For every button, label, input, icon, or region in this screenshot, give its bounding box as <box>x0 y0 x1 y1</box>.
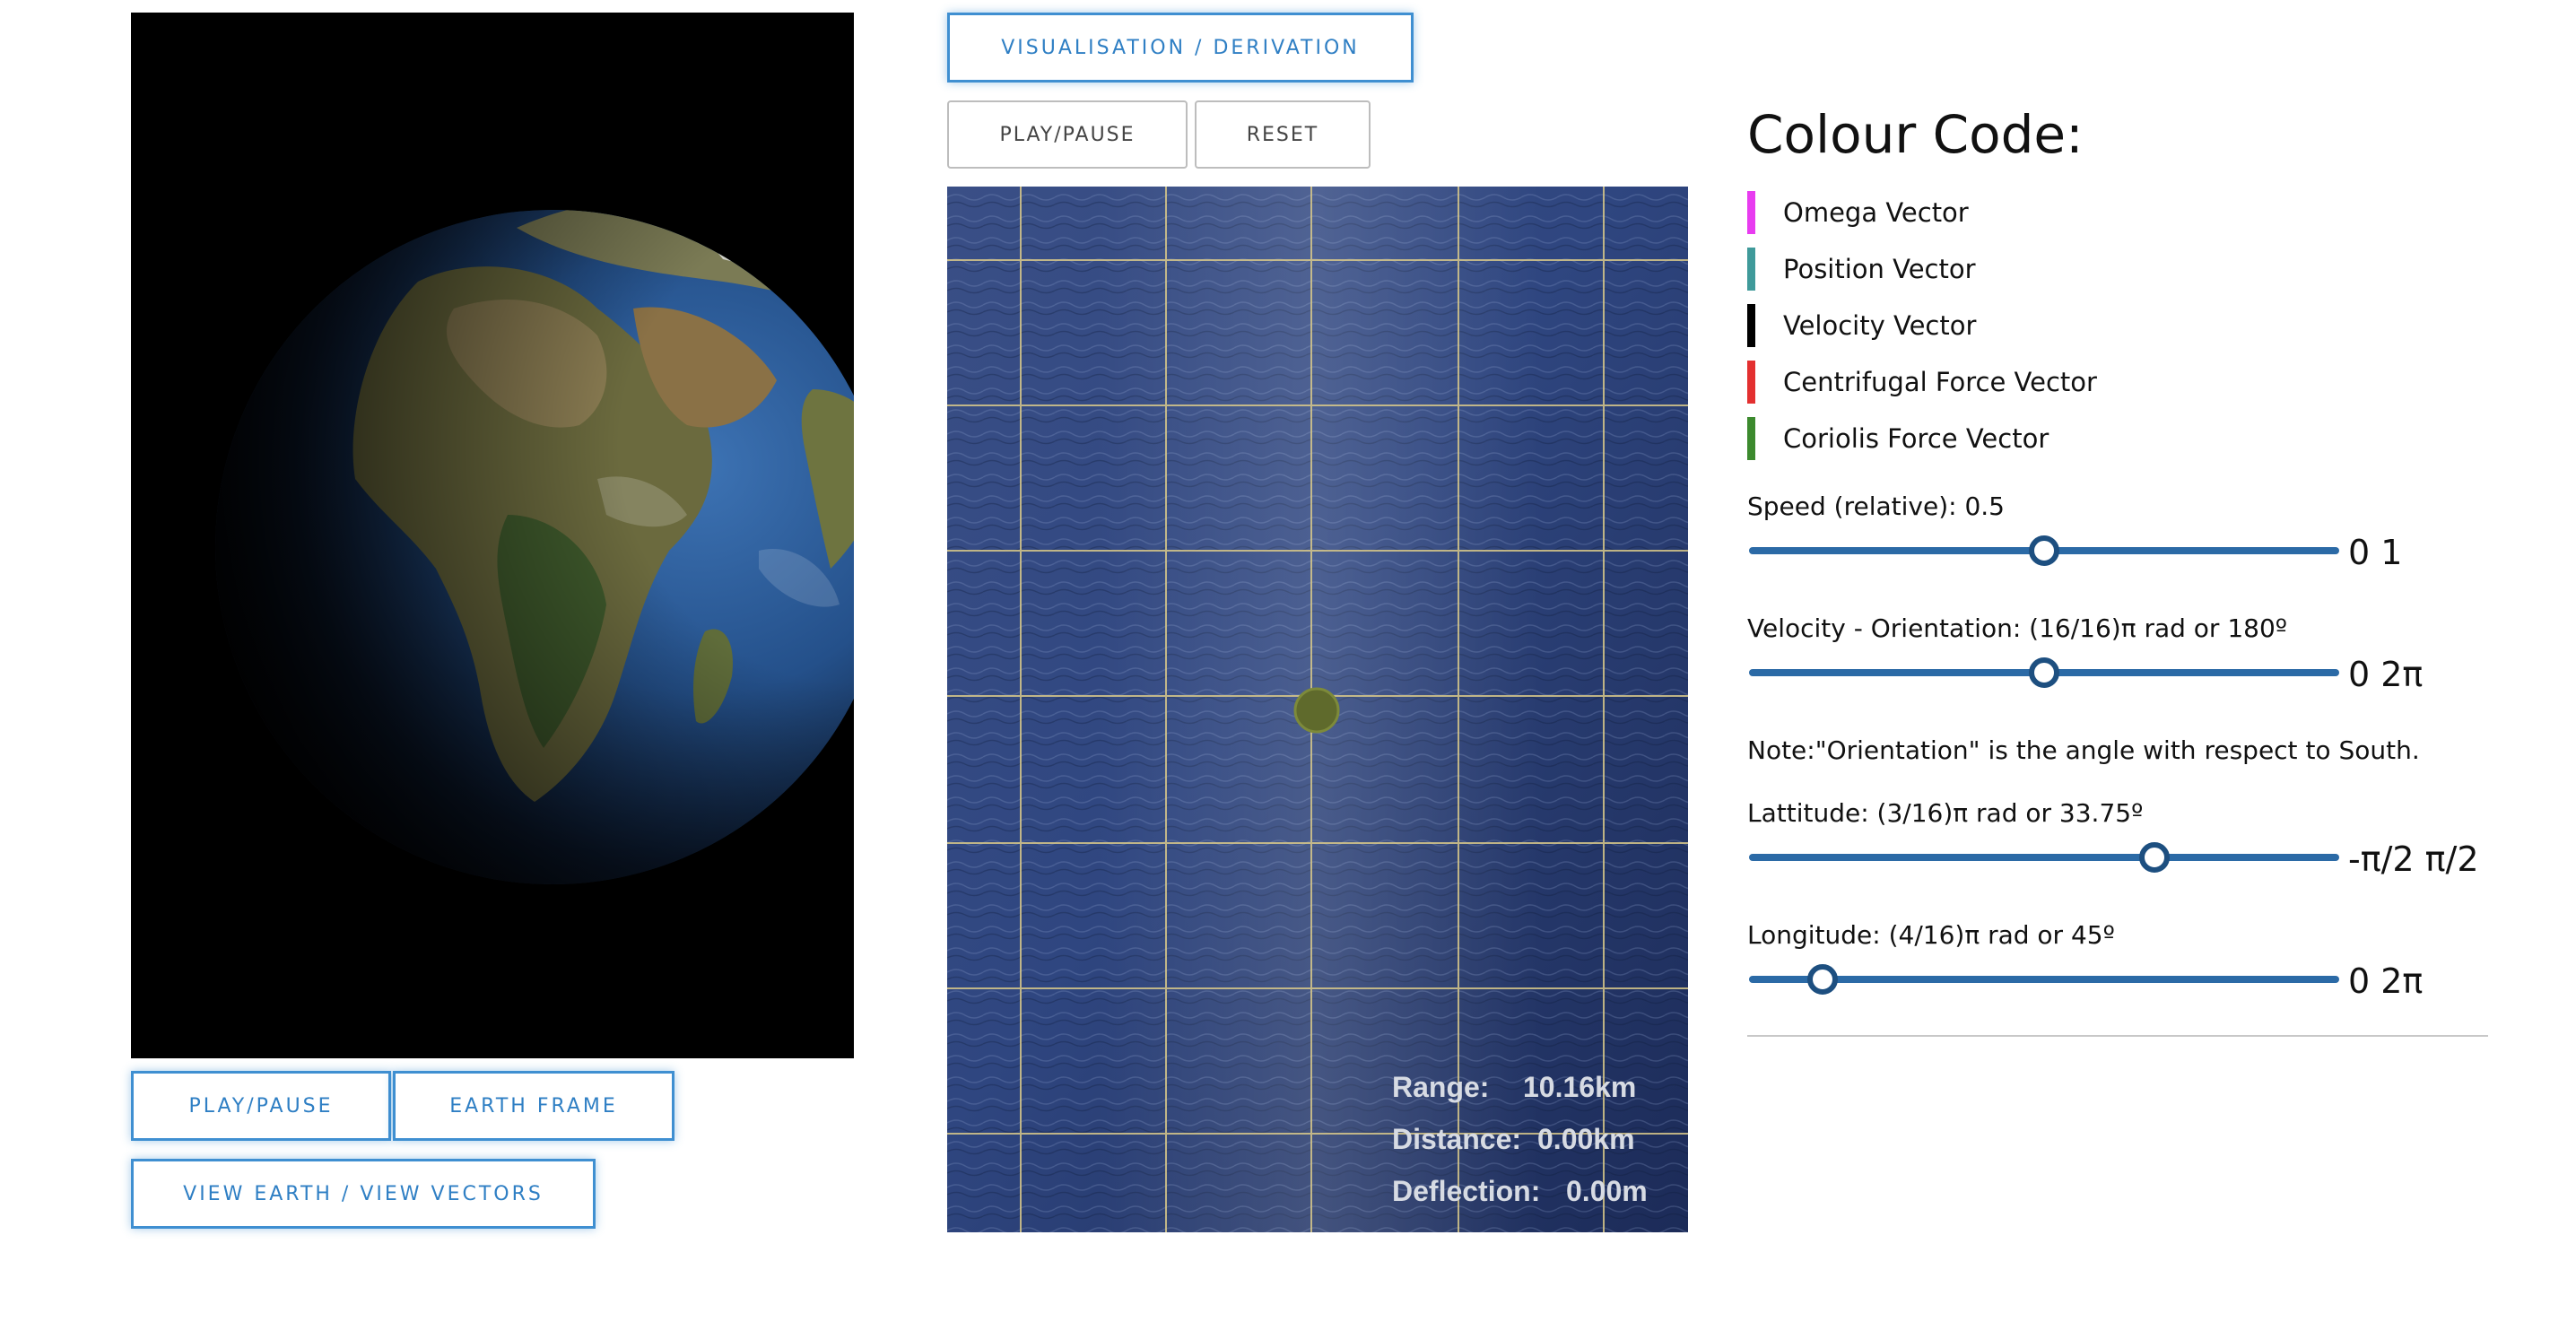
projectile-puck <box>1293 687 1340 734</box>
longitude-slider-label: Longitude: (4/16)π rad or 45º <box>1747 920 2115 950</box>
reset-button[interactable]: RESET <box>1195 100 1371 169</box>
ocean-play-pause-button[interactable]: PLAY/PAUSE <box>947 100 1188 169</box>
latitude-slider-label: Lattitude: (3/16)π rad or 33.75º <box>1747 798 2144 828</box>
legend-item-omega: Omega Vector <box>1747 191 1969 234</box>
view-earth-vectors-button[interactable]: VIEW EARTH / VIEW VECTORS <box>131 1159 596 1229</box>
orientation-range-label: 0 2π <box>2348 655 2424 694</box>
speed-slider-label: Speed (relative): 0.5 <box>1747 491 2005 521</box>
legend-item-coriolis: Coriolis Force Vector <box>1747 417 2049 460</box>
earth-globe <box>215 210 854 884</box>
range-value: 10.16km <box>1523 1071 1637 1103</box>
latitude-slider-thumb[interactable] <box>2139 842 2171 873</box>
coriolis-swatch <box>1747 417 1755 460</box>
earth-viewport[interactable] <box>131 13 854 1058</box>
longitude-range-label: 0 2π <box>2348 961 2424 1001</box>
orientation-note: Note:"Orientation" is the angle with res… <box>1747 735 2420 765</box>
orientation-slider-label: Velocity - Orientation: (16/16)π rad or … <box>1747 613 2287 643</box>
legend-label: Centrifugal Force Vector <box>1783 367 2097 397</box>
deflection-label: Deflection: <box>1392 1175 1541 1207</box>
visualisation-derivation-button[interactable]: VISUALISATION / DERIVATION <box>947 13 1414 83</box>
legend-item-velocity: Velocity Vector <box>1747 304 1976 347</box>
earth-frame-button[interactable]: EARTH FRAME <box>393 1071 674 1141</box>
distance-value: 0.00km <box>1537 1123 1635 1155</box>
position-swatch <box>1747 248 1755 291</box>
legend-label: Position Vector <box>1783 254 1976 284</box>
speed-slider-thumb[interactable] <box>2029 535 2059 566</box>
ocean-frame-viewport[interactable]: Range: 10.16km Distance: 0.00km Deflecti… <box>947 187 1688 1232</box>
centrifugal-swatch <box>1747 361 1755 404</box>
deflection-value: 0.00m <box>1566 1175 1648 1207</box>
legend-item-position: Position Vector <box>1747 248 1976 291</box>
omega-swatch <box>1747 191 1755 234</box>
speed-range-label: 0 1 <box>2348 533 2403 572</box>
range-label: Range: <box>1392 1071 1490 1103</box>
latitude-range-label: -π/2 π/2 <box>2348 839 2479 879</box>
earth-play-pause-button[interactable]: PLAY/PAUSE <box>131 1071 391 1141</box>
legend-label: Velocity Vector <box>1783 310 1977 341</box>
legend-item-centrifugal: Centrifugal Force Vector <box>1747 361 2097 404</box>
colour-code-title: Colour Code: <box>1747 104 2084 165</box>
longitude-slider-thumb[interactable] <box>1807 964 1839 995</box>
panel-divider <box>1747 1035 2488 1037</box>
orientation-slider-thumb[interactable] <box>2029 657 2059 688</box>
legend-label: Omega Vector <box>1783 197 1969 228</box>
velocity-swatch <box>1747 304 1755 347</box>
legend-label: Coriolis Force Vector <box>1783 423 2049 454</box>
distance-label: Distance: <box>1392 1123 1522 1155</box>
latitude-slider-track[interactable] <box>1749 854 2339 861</box>
